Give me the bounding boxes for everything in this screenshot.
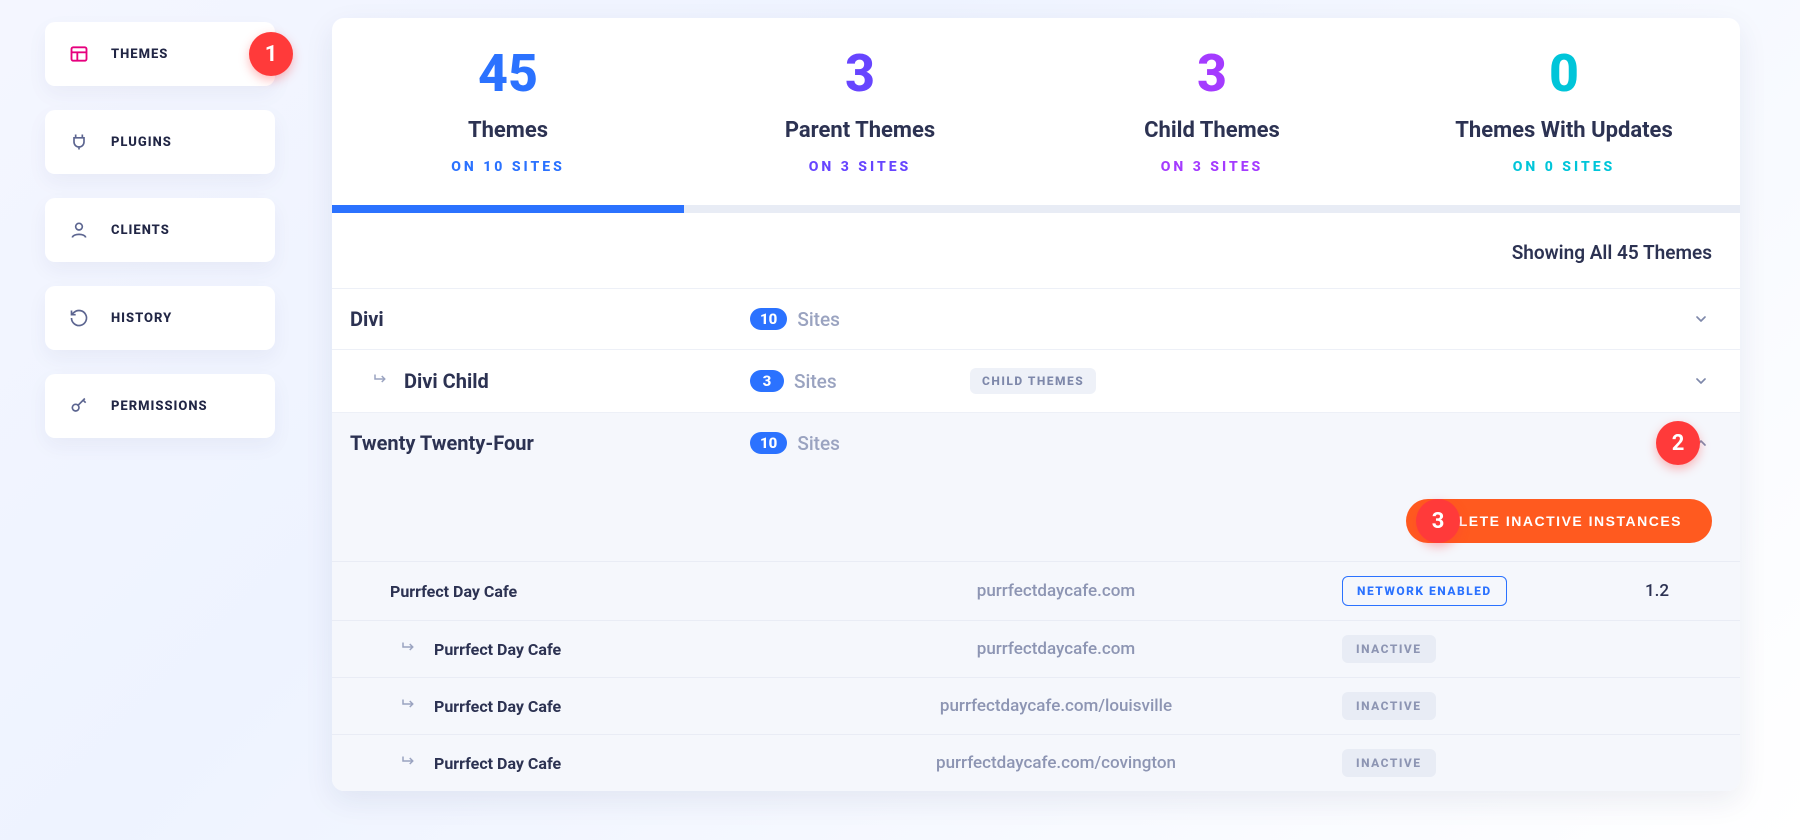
history-icon — [69, 308, 89, 328]
stat-themes[interactable]: 45 Themes ON 10 SITES — [332, 48, 684, 175]
sidebar-item-history[interactable]: HISTORY — [45, 286, 275, 350]
site-url: purrfectdaycafe.com — [770, 581, 1342, 601]
sidebar-item-clients[interactable]: CLIENTS — [45, 198, 275, 262]
site-name: Purrfect Day Cafe — [390, 582, 770, 601]
status-inactive: INACTIVE — [1342, 749, 1436, 777]
main: 45 Themes ON 10 SITES 3 Parent Themes ON… — [310, 0, 1800, 840]
sidebar-item-label: PLUGINS — [111, 135, 172, 150]
themes-icon — [69, 44, 89, 64]
status-inactive: INACTIVE — [1342, 692, 1436, 720]
site-row[interactable]: Purrfect Day Cafe purrfectdaycafe.com/co… — [332, 734, 1740, 791]
theme-row-divi[interactable]: Divi 10 Sites — [332, 289, 1740, 349]
stat-number: 3 — [684, 48, 1036, 100]
theme-row-twenty-twenty-four[interactable]: Twenty Twenty-Four 10 Sites 2 — [332, 413, 1740, 473]
sites-count-badge: 10 — [750, 432, 787, 454]
sidebar-item-label: PERMISSIONS — [111, 399, 208, 414]
site-row[interactable]: Purrfect Day Cafe purrfectdaycafe.com IN… — [332, 620, 1740, 677]
stat-sub: ON 10 SITES — [332, 159, 684, 175]
site-row[interactable]: Purrfect Day Cafe purrfectdaycafe.com NE… — [332, 561, 1740, 620]
status-network-enabled: NETWORK ENABLED — [1342, 576, 1507, 606]
theme-name: Divi Child — [350, 369, 750, 393]
callout-1: 1 — [249, 32, 293, 76]
callout-2: 2 — [1656, 421, 1700, 465]
sidebar-item-themes[interactable]: THEMES 1 — [45, 22, 275, 86]
permissions-icon — [69, 396, 89, 416]
plugins-icon — [69, 132, 89, 152]
sidebar-item-permissions[interactable]: PERMISSIONS — [45, 374, 275, 438]
stat-title: Themes — [332, 118, 684, 143]
content-card: 45 Themes ON 10 SITES 3 Parent Themes ON… — [332, 18, 1740, 791]
site-name: Purrfect Day Cafe — [390, 695, 770, 717]
site-version: 1.2 — [1602, 581, 1712, 601]
stat-number: 3 — [1036, 48, 1388, 100]
site-name: Purrfect Day Cafe — [390, 752, 770, 774]
stat-number: 45 — [332, 48, 684, 100]
site-name: Purrfect Day Cafe — [390, 638, 770, 660]
child-arrow-icon — [400, 638, 418, 660]
stats-underline — [332, 205, 1740, 213]
sites-count-badge: 3 — [750, 370, 784, 392]
stat-title: Themes With Updates — [1388, 118, 1740, 143]
child-themes-tag: CHILD THEMES — [970, 368, 1096, 394]
stat-parent-themes[interactable]: 3 Parent Themes ON 3 SITES — [684, 48, 1036, 175]
sidebar: THEMES 1 PLUGINS CLIENTS HISTORY PERMISS… — [0, 0, 310, 840]
theme-row-divi-child[interactable]: Divi Child 3 Sites CHILD THEMES — [332, 350, 1740, 412]
stat-themes-updates[interactable]: 0 Themes With Updates ON 0 SITES — [1388, 48, 1740, 175]
sites-count-badge: 10 — [750, 308, 787, 330]
site-url: purrfectdaycafe.com — [770, 639, 1342, 659]
stat-number: 0 — [1388, 48, 1740, 100]
child-arrow-icon — [400, 695, 418, 717]
sidebar-item-label: CLIENTS — [111, 223, 170, 238]
stats-row: 45 Themes ON 10 SITES 3 Parent Themes ON… — [332, 18, 1740, 181]
callout-3: 3 — [1416, 499, 1460, 543]
sidebar-item-label: THEMES — [111, 47, 168, 62]
sidebar-item-label: HISTORY — [111, 311, 172, 326]
theme-expanded-body: 3 DELETE INACTIVE INSTANCES Purrfect Day… — [332, 473, 1740, 791]
stat-sub: ON 3 SITES — [1036, 159, 1388, 175]
site-url: purrfectdaycafe.com/louisville — [770, 696, 1342, 716]
stat-child-themes[interactable]: 3 Child Themes ON 3 SITES — [1036, 48, 1388, 175]
chevron-down-icon[interactable] — [1690, 308, 1712, 330]
site-url: purrfectdaycafe.com/covington — [770, 753, 1342, 773]
sites-label: Sites — [794, 370, 837, 393]
stat-title: Child Themes — [1036, 118, 1388, 143]
chevron-down-icon[interactable] — [1690, 370, 1712, 392]
stat-title: Parent Themes — [684, 118, 1036, 143]
clients-icon — [69, 220, 89, 240]
theme-name: Divi — [350, 307, 750, 331]
sites-label: Sites — [797, 308, 840, 331]
stat-sub: ON 3 SITES — [684, 159, 1036, 175]
sites-label: Sites — [797, 432, 840, 455]
theme-name: Twenty Twenty-Four — [350, 431, 750, 455]
stat-sub: ON 0 SITES — [1388, 159, 1740, 175]
showing-count: Showing All 45 Themes — [332, 213, 1740, 264]
sidebar-item-plugins[interactable]: PLUGINS — [45, 110, 275, 174]
status-inactive: INACTIVE — [1342, 635, 1436, 663]
child-arrow-icon — [400, 752, 418, 774]
delete-bar: 3 DELETE INACTIVE INSTANCES — [332, 481, 1740, 561]
site-row[interactable]: Purrfect Day Cafe purrfectdaycafe.com/lo… — [332, 677, 1740, 734]
child-arrow-icon — [372, 369, 390, 393]
stats-underline-active — [332, 205, 684, 213]
